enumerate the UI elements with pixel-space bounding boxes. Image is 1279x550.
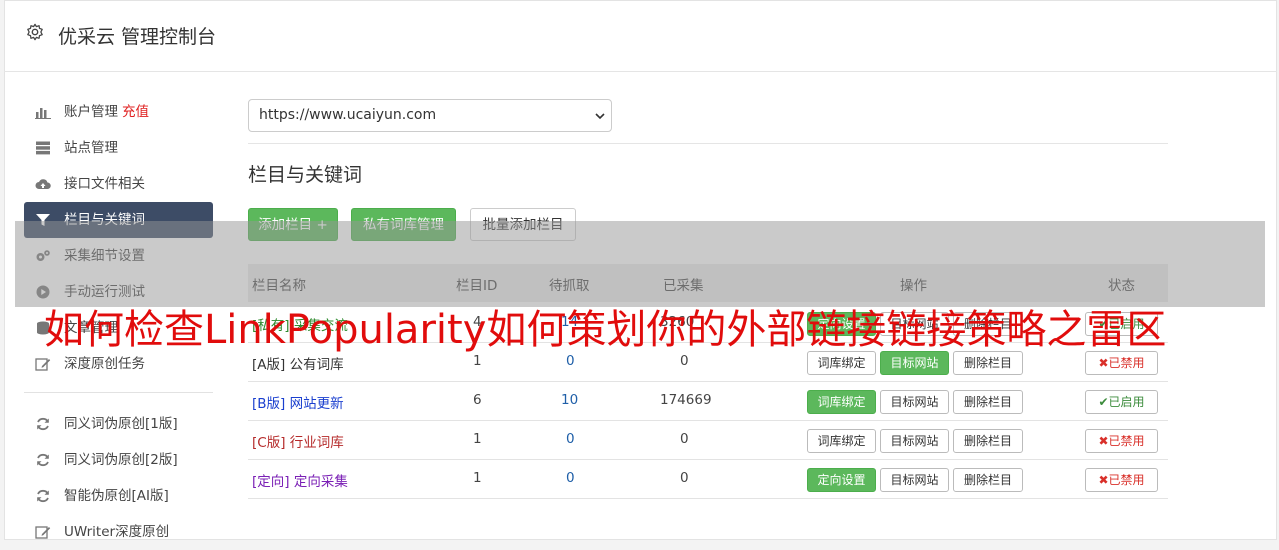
row-delete-button[interactable]: 删除栏目 — [953, 429, 1023, 453]
row-collected: 0 — [680, 431, 689, 447]
row-status-label: 已禁用 — [1108, 473, 1145, 487]
row-column-name[interactable]: [定向] 定向采集 — [252, 470, 348, 490]
row-id: 1 — [473, 470, 482, 486]
row-op1-button[interactable]: 词库绑定 — [807, 390, 876, 414]
row-pending[interactable]: 0 — [566, 470, 575, 486]
row-status-label: 已禁用 — [1108, 434, 1145, 448]
row-column-name[interactable]: [B版] 网站更新 — [252, 392, 344, 412]
site-select-value: https://www.ucaiyun.com — [259, 107, 437, 123]
sidebar-item-synonym-v2[interactable]: 同义词伪原创[2版] — [24, 442, 213, 478]
gray-overlay-band — [15, 221, 1265, 307]
sidebar-item-label: 接口文件相关 — [64, 176, 145, 192]
site-select[interactable]: https://www.ucaiyun.com — [248, 99, 612, 132]
chevron-down-icon — [595, 113, 605, 120]
overlay-banner-text: 如何检查LinkPopularity如何策划你的外部链接链接策略之雷区 — [44, 307, 1167, 353]
row-status-button[interactable]: ✔已启用 — [1085, 390, 1158, 414]
row-tag: [C版] — [252, 435, 286, 451]
row-name: 网站更新 — [289, 396, 344, 412]
times-icon: ✖ — [1098, 473, 1109, 487]
row-op1-button[interactable]: 词库绑定 — [807, 429, 876, 453]
row-id: 1 — [473, 431, 482, 447]
row-target-site-button[interactable]: 目标网站 — [880, 390, 949, 414]
sidebar-item-synonym-v1[interactable]: 同义词伪原创[1版] — [24, 406, 213, 442]
row-op1-button[interactable]: 定向设置 — [807, 468, 876, 492]
section-title: 栏目与关键词 — [248, 164, 363, 186]
sidebar-item-label: 站点管理 — [64, 140, 118, 156]
cloud-upload-icon — [35, 179, 51, 189]
check-icon: ✔ — [1098, 395, 1109, 409]
row-pending[interactable]: 10 — [561, 392, 578, 408]
row-name: 行业词库 — [289, 435, 344, 451]
sidebar-item-label: 智能伪原创[AI版] — [64, 488, 169, 504]
refresh-icon — [37, 489, 49, 503]
times-icon: ✖ — [1098, 434, 1109, 448]
sidebar-item-sites[interactable]: 站点管理 — [24, 130, 213, 166]
row-pending[interactable]: 0 — [566, 431, 575, 447]
sidebar-item-uwriter[interactable]: UWriter深度原创 — [24, 514, 213, 550]
row-collected: 174669 — [660, 392, 712, 408]
sidebar-item-label: 同义词伪原创[2版] — [64, 452, 178, 468]
row-target-site-button[interactable]: 目标网站 — [880, 468, 949, 492]
app-header: 优采云 管理控制台 — [4, 0, 1277, 72]
row-status-button[interactable]: ✖已禁用 — [1085, 468, 1158, 492]
divider — [248, 143, 1168, 144]
row-name: 定向采集 — [293, 474, 348, 490]
sidebar-divider — [24, 392, 213, 393]
row-delete-button[interactable]: 删除栏目 — [953, 468, 1023, 492]
sidebar-item-account[interactable]: 账户管理 充值 — [24, 94, 213, 130]
row-status-button[interactable]: ✖已禁用 — [1085, 429, 1158, 453]
sidebar-item-label: UWriter深度原创 — [64, 524, 170, 540]
row-status-label: 已启用 — [1108, 395, 1145, 409]
sidebar-item-interface[interactable]: 接口文件相关 — [24, 166, 213, 202]
row-target-site-button[interactable]: 目标网站 — [880, 429, 949, 453]
row-tag: [B版] — [252, 396, 286, 412]
row-column-name[interactable]: [C版] 行业词库 — [252, 431, 344, 451]
row-delete-button[interactable]: 删除栏目 — [953, 390, 1023, 414]
page-title: 优采云 管理控制台 — [58, 26, 217, 48]
row-collected: 0 — [680, 470, 689, 486]
table-row: [B版] 网站更新 6 10 174669 词库绑定 目标网站 删除栏目 ✔已启用 — [248, 381, 1168, 421]
table-row: [定向] 定向采集 1 0 0 定向设置 目标网站 删除栏目 ✖已禁用 — [248, 459, 1168, 499]
row-tag: [定向] — [252, 474, 290, 490]
bar-chart-icon — [35, 108, 51, 119]
server-icon — [36, 141, 50, 155]
recharge-link[interactable]: 充值 — [122, 104, 149, 120]
row-id: 6 — [473, 392, 482, 408]
sidebar-item-label: 同义词伪原创[1版] — [64, 416, 178, 432]
refresh-icon — [37, 453, 49, 467]
table-row: [C版] 行业词库 1 0 0 词库绑定 目标网站 删除栏目 ✖已禁用 — [248, 420, 1168, 460]
gear-icon — [27, 23, 43, 41]
refresh-icon — [37, 417, 49, 431]
edit-icon — [35, 526, 51, 539]
sidebar-item-label: 账户管理 — [64, 104, 118, 120]
sidebar-item-ai-rewrite[interactable]: 智能伪原创[AI版] — [24, 478, 213, 514]
